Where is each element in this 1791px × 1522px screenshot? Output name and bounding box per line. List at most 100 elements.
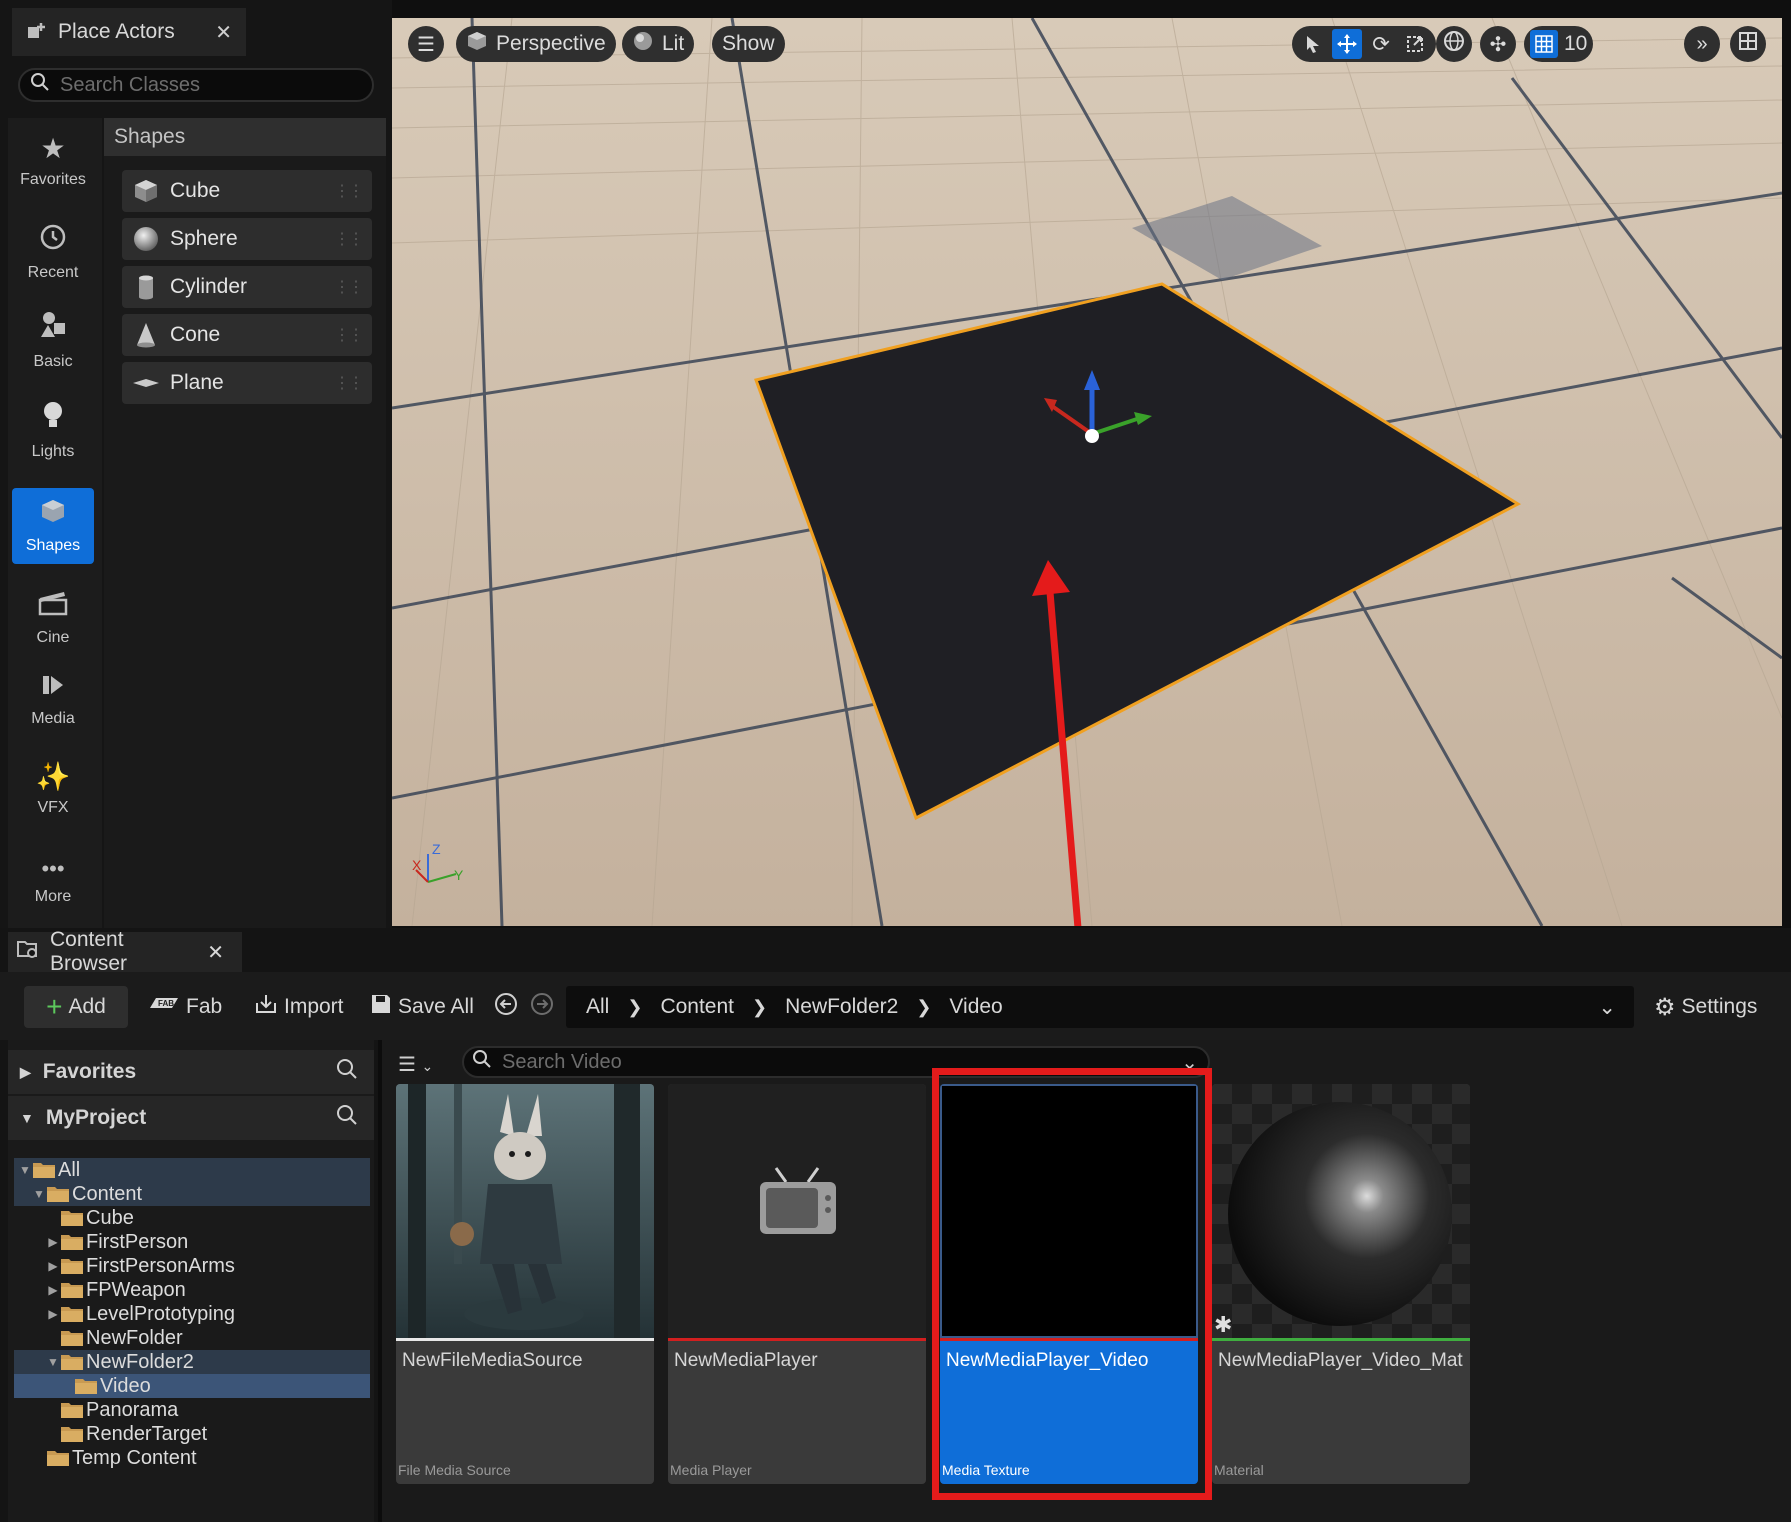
tree-item[interactable]: NewFolder (14, 1326, 370, 1350)
shape-label: Cone (170, 323, 221, 346)
tree-item[interactable]: ▶ FPWeapon (14, 1278, 370, 1302)
chevron-right-icon[interactable]: ▶ (46, 1259, 60, 1273)
shape-item-cone[interactable]: Cone ⋮⋮ (122, 314, 372, 356)
select-arrow-icon[interactable] (1298, 29, 1328, 59)
category-vfx[interactable]: ✨ VFX (12, 752, 94, 828)
translate-icon[interactable] (1332, 29, 1362, 59)
shape-label: Sphere (170, 227, 238, 250)
folder-icon (60, 1233, 84, 1251)
tree-item[interactable]: Cube (14, 1206, 370, 1230)
search-icon[interactable] (336, 1104, 358, 1132)
surface-snap-button[interactable]: ✣ (1480, 26, 1516, 62)
drag-handle-icon[interactable]: ⋮⋮ (334, 373, 364, 393)
content-browser-panel: Content Browser ✕ + Add FAB Fab Import S… (0, 928, 1791, 1522)
place-actors-tab-header: Place Actors ✕ (0, 0, 392, 56)
chevron-right-icon[interactable]: ▶ (46, 1235, 60, 1249)
sources-panel: ▶ Favorites ▼ MyProject ▼ All ▼ Content Cube… (8, 1040, 374, 1522)
perspective-button[interactable]: Perspective (456, 26, 616, 62)
tree-item[interactable]: ▼ Content (14, 1182, 370, 1206)
category-recent[interactable]: Recent (12, 214, 94, 290)
lit-button[interactable]: Lit (622, 26, 695, 62)
scale-icon[interactable] (1400, 29, 1430, 59)
chevron-down-icon[interactable]: ⌄ (1598, 995, 1616, 1020)
chevron-right-icon[interactable]: ❯ (627, 997, 642, 1018)
asset-tile-file-media-source[interactable]: NewFileMediaSource File Media Source (396, 1084, 654, 1484)
double-chevron-right-icon: » (1696, 32, 1708, 55)
import-button[interactable]: Import (254, 986, 344, 1028)
category-more[interactable]: ••• More (12, 844, 94, 920)
place-actors-tab[interactable]: Place Actors ✕ (12, 8, 246, 56)
tree-item[interactable]: ▼ All (14, 1158, 370, 1182)
cube-icon (132, 177, 160, 205)
chevron-right-icon[interactable]: ❯ (916, 997, 931, 1018)
world-space-button[interactable] (1436, 26, 1472, 62)
tree-item[interactable]: ▶ FirstPerson (14, 1230, 370, 1254)
save-all-button[interactable]: Save All (370, 986, 474, 1028)
chevron-right-icon[interactable]: ❯ (752, 997, 767, 1018)
save-all-label: Save All (398, 995, 474, 1018)
chevron-down-icon[interactable]: ▼ (18, 1163, 32, 1177)
breadcrumb-item[interactable]: Content (660, 995, 734, 1019)
tree-item[interactable]: ▶ LevelPrototyping (14, 1302, 370, 1326)
content-browser-tab[interactable]: Content Browser ✕ (8, 928, 242, 975)
category-media[interactable]: Media (12, 662, 94, 738)
settings-button[interactable]: ⚙ Settings (1654, 986, 1757, 1028)
chevron-down-icon: ▼ (20, 1110, 34, 1126)
tree-item[interactable]: Panorama (14, 1398, 370, 1422)
content-browser-icon (16, 938, 40, 966)
project-section-header[interactable]: ▼ MyProject (8, 1096, 374, 1140)
folder-icon (60, 1353, 84, 1371)
tree-item[interactable]: ▼ NewFolder2 (14, 1350, 370, 1374)
history-forward-button[interactable] (530, 986, 554, 1028)
fab-button[interactable]: FAB Fab (148, 986, 222, 1028)
breadcrumb-item[interactable]: NewFolder2 (785, 995, 898, 1019)
asset-tile-media-player[interactable]: NewMediaPlayer Media Player (668, 1084, 926, 1484)
category-basic[interactable]: Basic (12, 302, 94, 378)
tree-item[interactable]: ▶ FirstPersonArms (14, 1254, 370, 1278)
breadcrumb-item[interactable]: All (586, 995, 609, 1019)
drag-handle-icon[interactable]: ⋮⋮ (334, 181, 364, 201)
breadcrumb-item[interactable]: Video (949, 995, 1002, 1019)
shape-item-sphere[interactable]: Sphere ⋮⋮ (122, 218, 372, 260)
tree-item[interactable]: Temp Content (14, 1446, 370, 1470)
category-favorites[interactable]: ★ Favorites (12, 124, 94, 200)
filter-button[interactable]: ☰ ⌄ (398, 1052, 433, 1077)
chevron-right-icon[interactable]: ▶ (46, 1283, 60, 1297)
shape-label: Cylinder (170, 275, 248, 298)
chevron-down-icon[interactable]: ▼ (32, 1187, 46, 1201)
splitter[interactable] (378, 1040, 382, 1522)
drag-handle-icon[interactable]: ⋮⋮ (334, 277, 364, 297)
close-icon[interactable]: ✕ (215, 20, 232, 45)
level-viewport[interactable]: X Z Y ☰ Perspective Lit Show ⟳ ✣ 10 » (392, 18, 1782, 926)
category-label: Basic (33, 352, 73, 370)
chevron-right-icon[interactable]: ▶ (46, 1307, 60, 1321)
add-button[interactable]: + Add (24, 986, 128, 1028)
viewport-layout-button[interactable] (1730, 26, 1766, 62)
search-classes-input[interactable]: Search Classes (18, 68, 374, 102)
clock-icon (39, 223, 67, 256)
history-back-button[interactable] (494, 986, 518, 1028)
expand-toolbar-button[interactable]: » (1684, 26, 1720, 62)
asset-tile-material[interactable]: ✱ NewMediaPlayer_Video_Mat Material (1212, 1084, 1470, 1484)
grid-snap-button[interactable]: 10 (1524, 26, 1594, 62)
shape-item-cylinder[interactable]: Cylinder ⋮⋮ (122, 266, 372, 308)
drag-handle-icon[interactable]: ⋮⋮ (334, 229, 364, 249)
shape-item-plane[interactable]: Plane ⋮⋮ (122, 362, 372, 404)
media-player-thumbnail (668, 1084, 926, 1338)
shape-item-cube[interactable]: Cube ⋮⋮ (122, 170, 372, 212)
drag-handle-icon[interactable]: ⋮⋮ (334, 325, 364, 345)
viewport-menu-button[interactable]: ☰ (408, 26, 444, 62)
favorites-section-header[interactable]: ▶ Favorites (8, 1050, 374, 1094)
close-icon[interactable]: ✕ (207, 940, 224, 965)
category-cine[interactable]: Cine (12, 580, 94, 656)
chevron-down-icon[interactable]: ▼ (46, 1355, 60, 1369)
search-icon[interactable] (336, 1058, 358, 1086)
category-shapes[interactable]: Shapes (12, 488, 94, 564)
back-arrow-icon (494, 992, 518, 1022)
place-actors-icon (26, 21, 48, 43)
tree-item[interactable]: RenderTarget (14, 1422, 370, 1446)
show-button[interactable]: Show (712, 26, 785, 62)
tree-item[interactable]: Video (14, 1374, 370, 1398)
rotate-icon[interactable]: ⟳ (1366, 29, 1396, 59)
category-lights[interactable]: Lights (12, 392, 94, 468)
